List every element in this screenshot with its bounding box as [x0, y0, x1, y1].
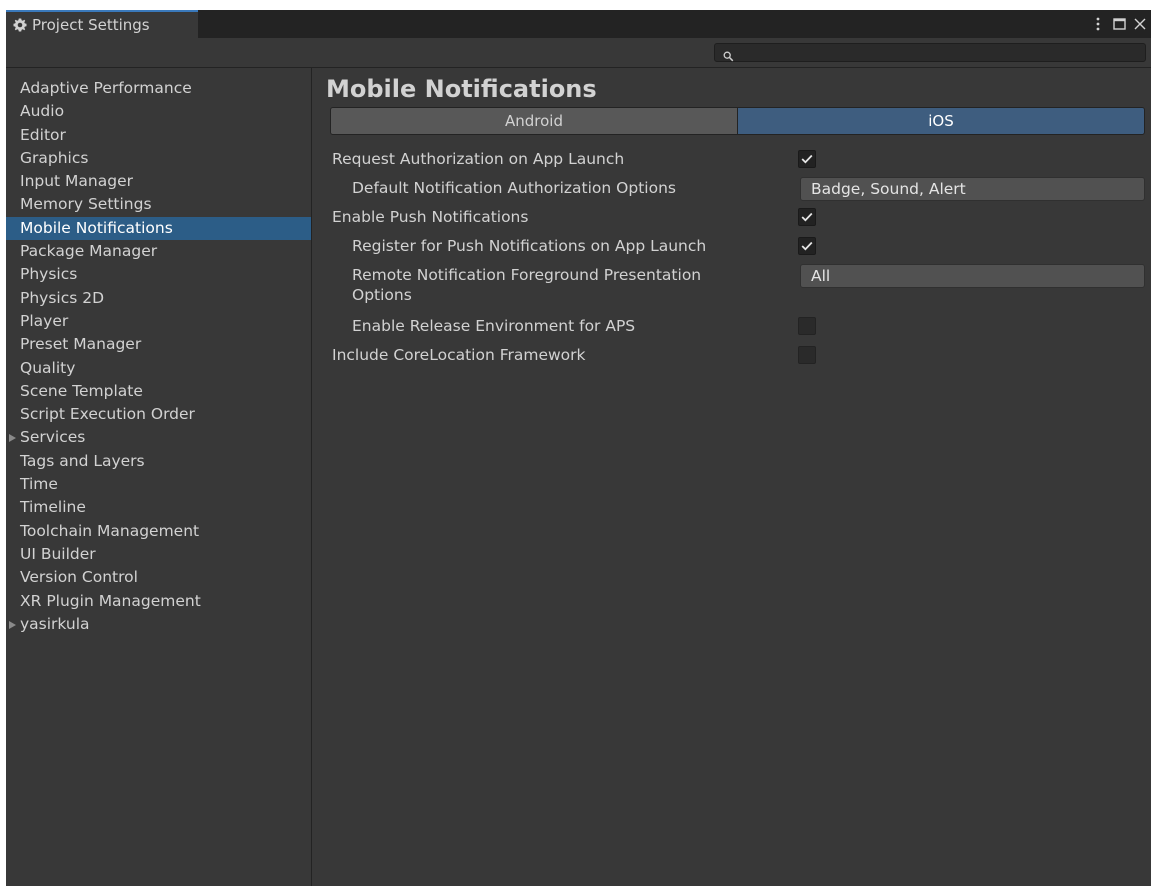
sidebar-item-label: yasirkula — [20, 614, 90, 633]
sidebar-item-adaptive-performance[interactable]: Adaptive Performance — [6, 77, 311, 100]
checkmark-icon — [801, 241, 813, 251]
checkmark-icon — [801, 212, 813, 222]
checkmark-icon — [801, 154, 813, 164]
sidebar-item-player[interactable]: Player — [6, 310, 311, 333]
window-tab-title: Project Settings — [32, 16, 150, 34]
register-push-checkbox[interactable] — [798, 237, 816, 255]
setting-enable-push-notifications: Enable Push Notifications — [312, 202, 1151, 231]
setting-release-environment-aps: Enable Release Environment for APS — [312, 311, 1151, 340]
sidebar-item-package-manager[interactable]: Package Manager — [6, 240, 311, 263]
sidebar-item-ui-builder[interactable]: UI Builder — [6, 543, 311, 566]
search-input[interactable] — [737, 44, 1137, 61]
maximize-icon[interactable] — [1112, 16, 1126, 32]
window-tab[interactable]: Project Settings — [6, 10, 198, 38]
sidebar-item-version-control[interactable]: Version Control — [6, 566, 311, 589]
sidebar-item-quality[interactable]: Quality — [6, 357, 311, 380]
setting-label: Remote Notification Foreground Presentat… — [352, 266, 702, 304]
sidebar-item-toolchain-management[interactable]: Toolchain Management — [6, 520, 311, 543]
sidebar-item-physics[interactable]: Physics — [6, 263, 311, 286]
more-options-icon[interactable] — [1091, 16, 1105, 32]
tab-ios[interactable]: iOS — [737, 108, 1144, 134]
sidebar-item-tags-and-layers[interactable]: Tags and Layers — [6, 450, 311, 473]
sidebar-item-timeline[interactable]: Timeline — [6, 496, 311, 519]
release-environment-checkbox[interactable] — [798, 317, 816, 335]
setting-label: Request Authorization on App Launch — [332, 150, 625, 168]
setting-label: Default Notification Authorization Optio… — [352, 179, 676, 197]
sidebar-item-scene-template[interactable]: Scene Template — [6, 380, 311, 403]
sidebar-item-services[interactable]: Services — [6, 426, 311, 449]
sidebar-item-memory-settings[interactable]: Memory Settings — [6, 193, 311, 216]
title-bar: Project Settings — [6, 10, 1151, 38]
sidebar-item-graphics[interactable]: Graphics — [6, 147, 311, 170]
sidebar-item-script-execution-order[interactable]: Script Execution Order — [6, 403, 311, 426]
setting-register-push-on-launch: Register for Push Notifications on App L… — [312, 231, 1151, 260]
search-icon — [723, 47, 734, 62]
toolbar — [6, 38, 1151, 68]
sidebar-item-editor[interactable]: Editor — [6, 124, 311, 147]
setting-label: Enable Push Notifications — [332, 208, 529, 226]
setting-default-authorization-options: Default Notification Authorization Optio… — [312, 173, 1151, 202]
sidebar-item-audio[interactable]: Audio — [6, 100, 311, 123]
sidebar-item-xr-plugin-management[interactable]: XR Plugin Management — [6, 590, 311, 613]
project-settings-window: Project Settings Adaptive Performance Au… — [6, 10, 1151, 886]
close-icon[interactable] — [1133, 16, 1147, 32]
sidebar-item-mobile-notifications[interactable]: Mobile Notifications — [6, 216, 311, 241]
foldout-arrow-icon[interactable] — [9, 620, 16, 629]
sidebar-item-physics-2d[interactable]: Physics 2D — [6, 287, 311, 310]
setting-label: Include CoreLocation Framework — [332, 346, 586, 364]
foreground-presentation-dropdown[interactable]: All — [800, 264, 1145, 288]
authorization-options-dropdown[interactable]: Badge, Sound, Alert — [800, 177, 1145, 201]
settings-sidebar: Adaptive Performance Audio Editor Graphi… — [6, 68, 312, 886]
settings-content: Mobile Notifications Android iOS Request… — [312, 68, 1151, 886]
foldout-arrow-icon[interactable] — [9, 434, 16, 443]
setting-request-authorization: Request Authorization on App Launch — [312, 144, 1151, 173]
sidebar-item-time[interactable]: Time — [6, 473, 311, 496]
search-box[interactable] — [714, 43, 1146, 62]
sidebar-item-yasirkula[interactable]: yasirkula — [6, 613, 311, 636]
gear-icon — [12, 17, 28, 33]
enable-push-checkbox[interactable] — [798, 208, 816, 226]
page-title: Mobile Notifications — [326, 75, 597, 103]
tab-android[interactable]: Android — [331, 108, 737, 134]
setting-label: Register for Push Notifications on App L… — [352, 237, 707, 255]
settings-list: Request Authorization on App Launch Defa… — [312, 144, 1151, 369]
sidebar-item-preset-manager[interactable]: Preset Manager — [6, 333, 311, 356]
setting-include-corelocation: Include CoreLocation Framework — [312, 340, 1151, 369]
sidebar-item-label: Services — [20, 428, 86, 447]
setting-remote-foreground-options: Remote Notification Foreground Presentat… — [312, 260, 1151, 311]
request-authorization-checkbox[interactable] — [798, 150, 816, 168]
platform-tabs: Android iOS — [330, 107, 1145, 135]
sidebar-item-input-manager[interactable]: Input Manager — [6, 170, 311, 193]
window-controls — [1091, 15, 1147, 33]
setting-label: Enable Release Environment for APS — [352, 317, 636, 335]
corelocation-checkbox[interactable] — [798, 346, 816, 364]
